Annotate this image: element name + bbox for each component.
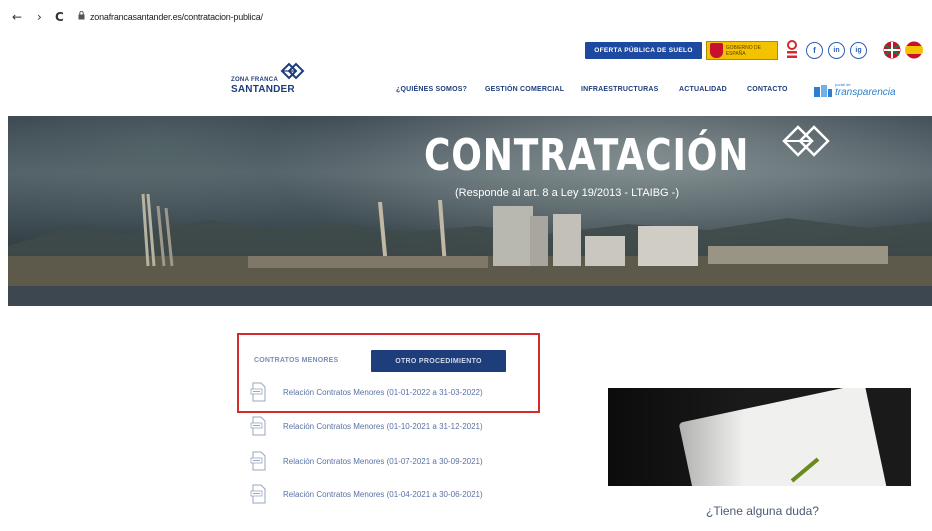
linkedin-icon[interactable]: in <box>828 42 845 59</box>
hero-diamond-icon <box>782 125 830 157</box>
document-link[interactable]: Relación Contratos Menores (01-07-2021 a… <box>283 457 483 466</box>
list-item[interactable]: Relación Contratos Menores (01-07-2021 a… <box>250 450 483 472</box>
document-icon <box>250 416 266 436</box>
nav-infraestructuras[interactable]: INFRAESTRUCTURAS <box>581 86 658 93</box>
page-title: CONTRATACIÓN <box>424 130 750 181</box>
transparency-label: transparencia <box>835 86 896 98</box>
tab-otro-procedimiento[interactable]: OTRO PROCEDIMIENTO <box>371 350 506 372</box>
hero-banner: CONTRATACIÓN (Responde al art. 8 a Ley 1… <box>8 116 932 306</box>
nav-contacto[interactable]: CONTACTO <box>747 86 788 93</box>
nav-gestion-comercial[interactable]: GESTIÓN COMERCIAL <box>485 86 564 93</box>
coat-of-arms-icon <box>710 43 723 58</box>
address-bar[interactable]: zonafrancasantander.es/contratacion-publ… <box>90 12 263 22</box>
back-button[interactable]: ← <box>12 10 22 24</box>
basque-flag-icon[interactable] <box>883 41 901 59</box>
tab-contratos-menores[interactable]: CONTRATOS MENORES <box>254 357 338 364</box>
document-link[interactable]: Relación Contratos Menores (01-10-2021 a… <box>283 422 483 431</box>
list-item[interactable]: Relación Contratos Menores (01-10-2021 a… <box>250 415 483 437</box>
browser-toolbar: ← › C zonafrancasantander.es/contratacio… <box>0 0 932 34</box>
document-link[interactable]: Relación Contratos Menores (01-01-2022 a… <box>283 388 483 397</box>
document-icon <box>250 382 266 402</box>
gobierno-badge[interactable]: GOBIERNO DE ESPAÑA <box>706 41 778 60</box>
gov-badge-text: GOBIERNO DE ESPAÑA <box>725 44 761 57</box>
forward-button[interactable]: › <box>37 10 42 24</box>
portal-transparencia-link[interactable]: portal de transparencia <box>813 82 907 102</box>
document-icon <box>250 484 266 504</box>
logo-small-text: ZONA FRANCA <box>231 77 279 83</box>
document-icon <box>250 451 266 471</box>
oferta-publica-button[interactable]: OFERTA PÚBLICA DE SUELO <box>585 42 702 59</box>
list-item[interactable]: Relación Contratos Menores (01-01-2022 a… <box>250 381 483 403</box>
instagram-icon[interactable]: ig <box>850 42 867 59</box>
help-question[interactable]: ¿Tiene alguna duda? <box>706 504 819 518</box>
document-link[interactable]: Relación Contratos Menores (01-04-2021 a… <box>283 490 483 499</box>
page-subtitle: (Responde al art. 8 a Ley 19/2013 - LTAI… <box>455 187 679 199</box>
transparency-icon <box>814 85 832 97</box>
contact-promo-image[interactable] <box>608 388 911 486</box>
nav-actualidad[interactable]: ACTUALIDAD <box>679 86 727 93</box>
spain-flag-icon[interactable] <box>905 41 923 59</box>
site-logo[interactable]: ZONA FRANCA SANTANDER <box>228 58 308 98</box>
facebook-icon[interactable]: f <box>806 42 823 59</box>
transparency-small-text: portal de <box>835 82 851 87</box>
accessibility-icon[interactable] <box>785 40 799 60</box>
list-item[interactable]: Relación Contratos Menores (01-04-2021 a… <box>250 483 483 505</box>
logo-big-text: SANTANDER <box>231 84 295 95</box>
reload-button[interactable]: C <box>55 10 64 24</box>
lock-icon <box>78 11 85 20</box>
nav-quienes-somos[interactable]: ¿QUIÉNES SOMOS? <box>396 86 467 93</box>
